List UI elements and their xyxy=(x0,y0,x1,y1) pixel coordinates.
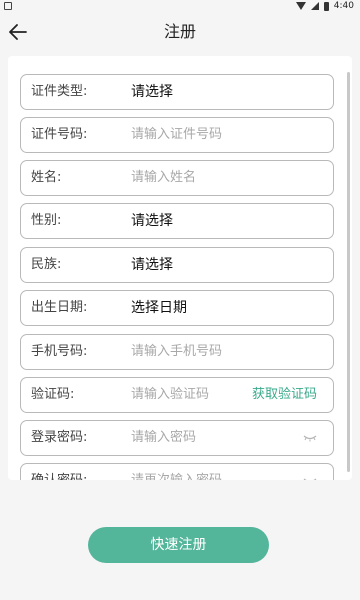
gender-label: 性别: xyxy=(31,213,62,228)
verification-code-placeholder: 请输入验证码 xyxy=(131,387,210,402)
phone-placeholder: 请输入手机号码 xyxy=(131,344,223,359)
name-field[interactable]: 姓名: 请输入姓名 xyxy=(20,160,334,196)
status-bar: 4:40 xyxy=(0,0,360,14)
id-type-value: 请选择 xyxy=(131,84,173,100)
confirm-password-field[interactable]: 确认密码: 请再次输入密码 xyxy=(20,463,334,480)
id-number-placeholder: 请输入证件号码 xyxy=(131,127,223,142)
get-code-button[interactable]: 获取验证码 xyxy=(252,378,317,412)
confirm-password-label: 确认密码: xyxy=(31,464,87,480)
ethnicity-label: 民族: xyxy=(31,257,62,272)
register-form: 证件类型: 请选择 证件号码: 请输入证件号码 姓名: 请输入姓名 性别: 请选… xyxy=(8,56,352,480)
gender-value: 请选择 xyxy=(131,213,173,229)
birth-date-value: 选择日期 xyxy=(131,300,187,316)
id-type-label: 证件类型: xyxy=(31,84,88,99)
status-time: 4:40 xyxy=(333,1,354,11)
quick-register-button[interactable]: 快速注册 xyxy=(88,527,269,563)
verification-code-label: 验证码: xyxy=(31,387,75,402)
arrow-left-icon xyxy=(9,24,27,40)
battery-icon xyxy=(323,1,329,11)
phone-field[interactable]: 手机号码: 请输入手机号码 xyxy=(20,334,334,370)
notification-icon xyxy=(4,2,12,10)
ethnicity-select[interactable]: 民族: 请选择 xyxy=(20,247,334,283)
page-title: 注册 xyxy=(163,22,196,41)
password-placeholder: 请输入密码 xyxy=(131,430,197,445)
confirm-password-placeholder: 请再次输入密码 xyxy=(131,464,222,480)
signal-icon xyxy=(310,2,319,10)
name-placeholder: 请输入姓名 xyxy=(131,170,197,185)
verification-code-field[interactable]: 验证码: 请输入验证码 获取验证码 xyxy=(20,377,334,413)
phone-label: 手机号码: xyxy=(31,344,88,359)
back-button[interactable] xyxy=(4,18,32,46)
ethnicity-value: 请选择 xyxy=(131,257,173,273)
id-number-label: 证件号码: xyxy=(31,127,88,142)
id-type-select[interactable]: 证件类型: 请选择 xyxy=(20,74,334,110)
name-label: 姓名: xyxy=(31,170,62,185)
app-bar: 注册 xyxy=(0,14,360,50)
gender-select[interactable]: 性别: 请选择 xyxy=(20,203,334,239)
eye-closed-icon[interactable] xyxy=(303,477,317,480)
scrollbar[interactable] xyxy=(347,72,350,472)
birth-date-label: 出生日期: xyxy=(31,300,88,315)
birth-date-select[interactable]: 出生日期: 选择日期 xyxy=(20,290,334,326)
eye-closed-icon[interactable] xyxy=(303,434,317,442)
password-field[interactable]: 登录密码: 请输入密码 xyxy=(20,420,334,456)
id-number-field[interactable]: 证件号码: 请输入证件号码 xyxy=(20,117,334,153)
wifi-icon xyxy=(295,2,306,10)
password-label: 登录密码: xyxy=(31,430,88,445)
